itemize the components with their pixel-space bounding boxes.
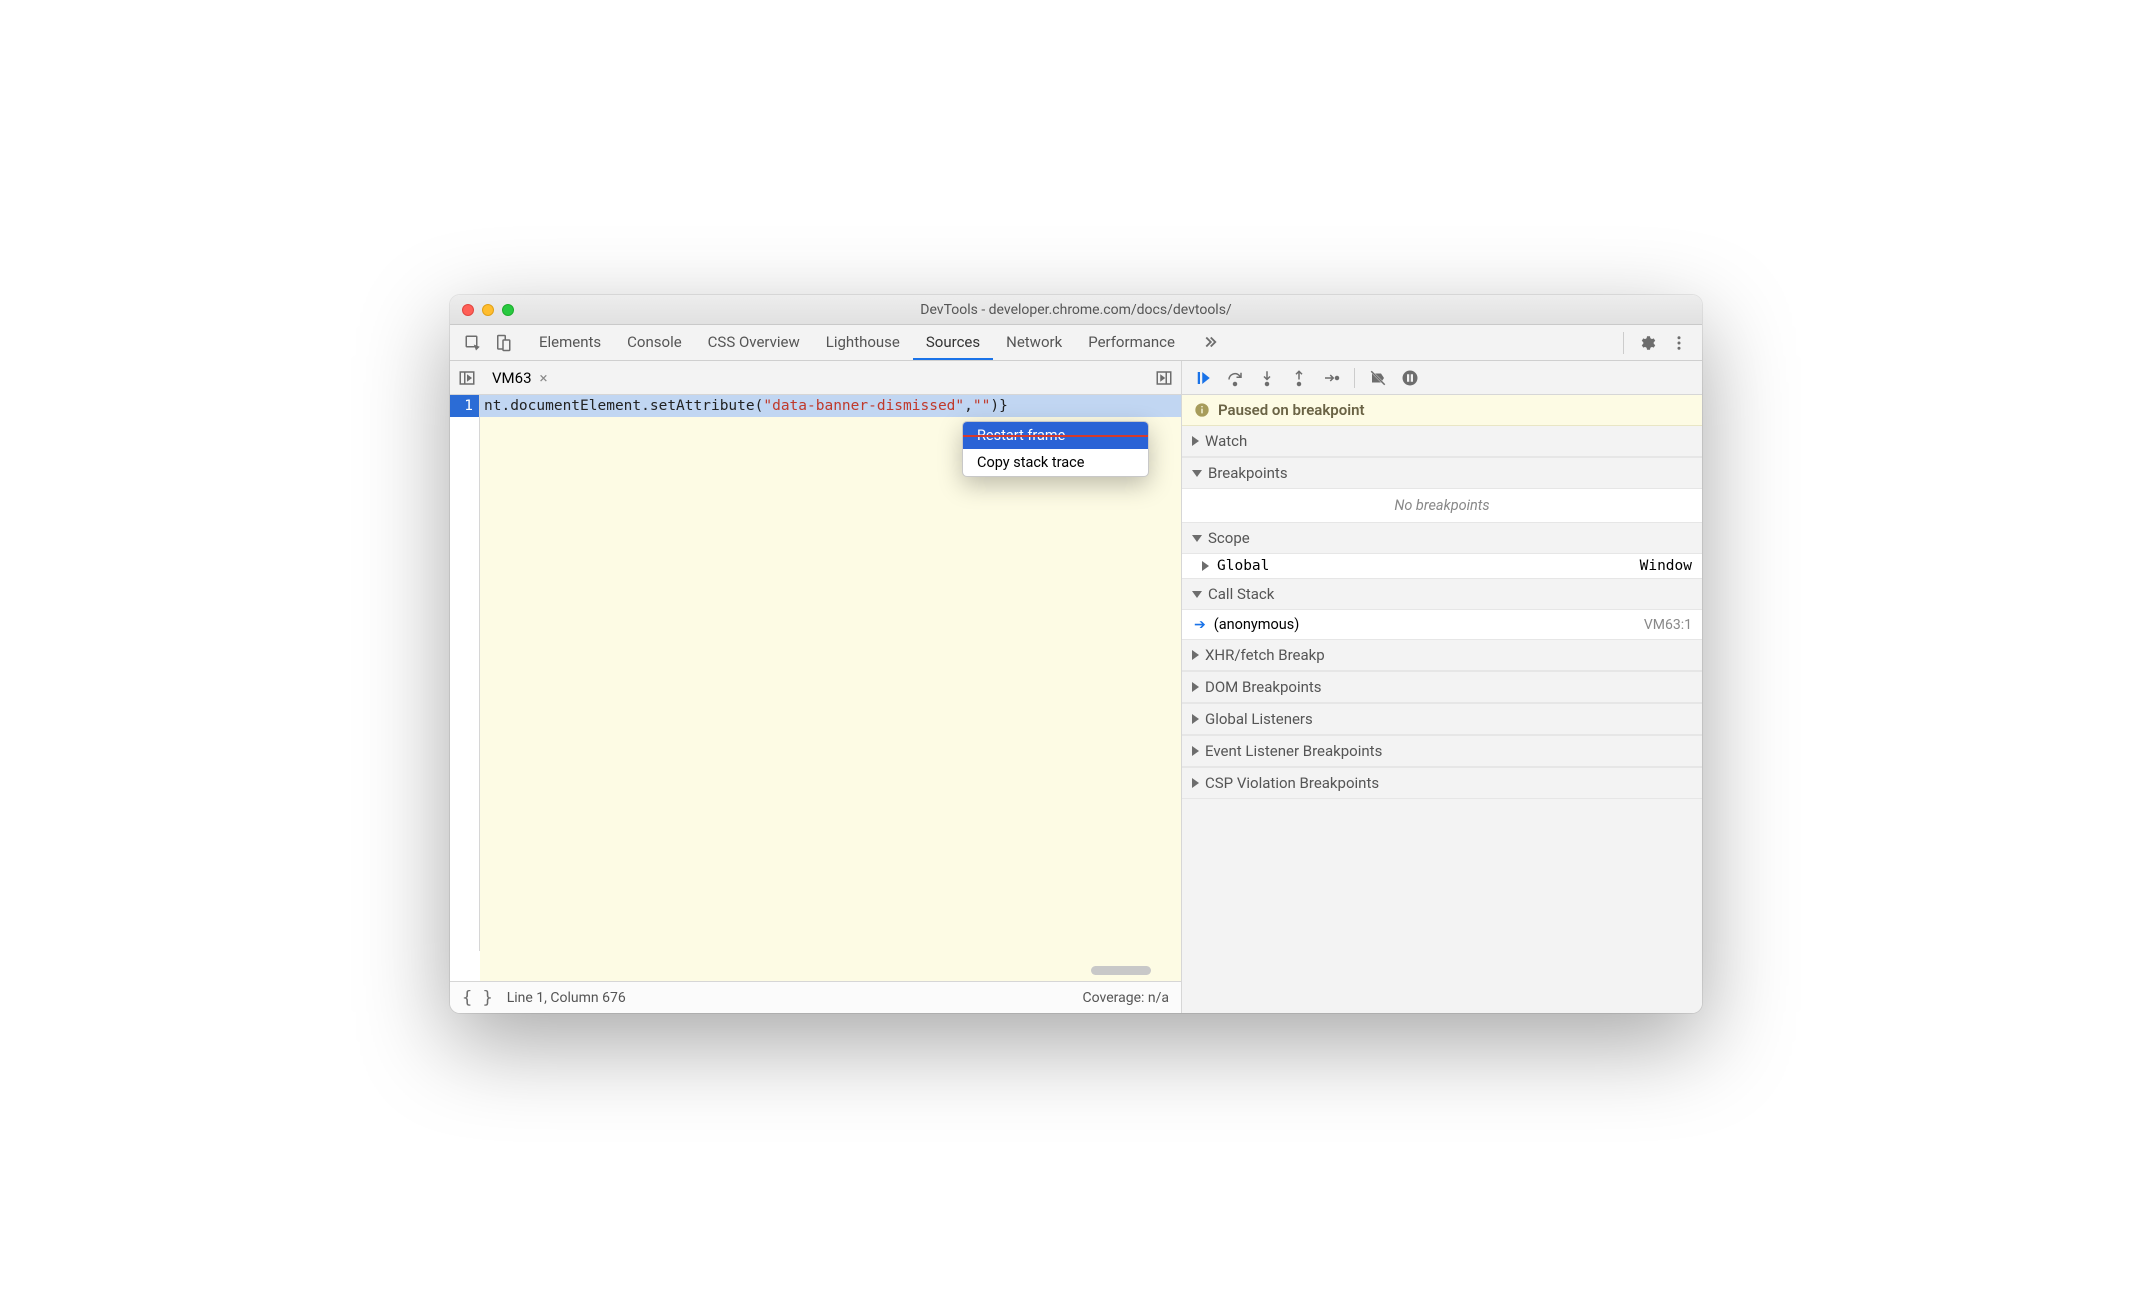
- section-global-listeners[interactable]: Global Listeners: [1182, 703, 1702, 735]
- window-controls: [450, 304, 514, 316]
- show-debugger-icon[interactable]: [1155, 369, 1173, 387]
- triangle-right-icon: [1192, 746, 1199, 756]
- section-scope[interactable]: Scope: [1182, 522, 1702, 554]
- close-tab-icon[interactable]: ×: [540, 369, 548, 387]
- resume-icon[interactable]: [1194, 369, 1212, 387]
- pretty-print-icon[interactable]: { }: [462, 988, 493, 1008]
- strikethrough-annotation: [962, 435, 1149, 437]
- cursor-position: Line 1, Column 676: [507, 990, 626, 1006]
- tab-console[interactable]: Console: [614, 325, 695, 360]
- section-event-listener-breakpoints[interactable]: Event Listener Breakpoints: [1182, 735, 1702, 767]
- info-icon: [1194, 402, 1210, 418]
- section-dom-breakpoints[interactable]: DOM Breakpoints: [1182, 671, 1702, 703]
- section-call-stack[interactable]: Call Stack: [1182, 578, 1702, 610]
- debugger-toolbar: [1182, 361, 1702, 395]
- pause-on-exceptions-icon[interactable]: [1401, 369, 1419, 387]
- tab-elements[interactable]: Elements: [526, 325, 614, 360]
- tabs-overflow-button[interactable]: [1188, 325, 1232, 360]
- chevrons-right-icon: [1201, 333, 1219, 351]
- section-breakpoints[interactable]: Breakpoints: [1182, 457, 1702, 489]
- step-into-icon[interactable]: [1258, 369, 1276, 387]
- zoom-window-button[interactable]: [502, 304, 514, 316]
- step-over-icon[interactable]: [1226, 369, 1244, 387]
- main-tab-bar: Elements Console CSS Overview Lighthouse…: [450, 325, 1702, 361]
- triangle-right-icon: [1192, 650, 1199, 660]
- minimize-window-button[interactable]: [482, 304, 494, 316]
- tab-sources[interactable]: Sources: [913, 325, 993, 360]
- scope-global-row[interactable]: Global Window: [1182, 554, 1702, 578]
- triangle-right-icon: [1192, 778, 1199, 788]
- section-watch[interactable]: Watch: [1182, 426, 1702, 457]
- paused-banner: Paused on breakpoint: [1182, 395, 1702, 426]
- deactivate-breakpoints-icon[interactable]: [1369, 369, 1387, 387]
- line-number[interactable]: 1: [450, 395, 480, 417]
- stack-frame-location: VM63:1: [1644, 617, 1692, 633]
- window-titlebar: DevTools - developer.chrome.com/docs/dev…: [450, 295, 1702, 325]
- kebab-menu-icon[interactable]: [1670, 334, 1688, 352]
- debugger-pane: Paused on breakpoint Watch Breakpoints N…: [1182, 361, 1702, 1013]
- code-editor[interactable]: 1 nt.documentElement.setAttribute("data-…: [450, 395, 1181, 981]
- coverage-status: Coverage: n/a: [1083, 990, 1169, 1006]
- device-toolbar-icon[interactable]: [494, 334, 512, 352]
- triangle-down-icon: [1192, 470, 1202, 477]
- show-navigator-icon[interactable]: [458, 369, 476, 387]
- no-breakpoints-message: No breakpoints: [1182, 489, 1702, 522]
- triangle-right-icon: [1192, 436, 1199, 446]
- triangle-down-icon: [1192, 591, 1202, 598]
- source-tab-bar: VM63 ×: [450, 361, 1181, 395]
- close-window-button[interactable]: [462, 304, 474, 316]
- window-title: DevTools - developer.chrome.com/docs/dev…: [450, 302, 1702, 318]
- triangle-right-icon: [1192, 714, 1199, 724]
- horizontal-scrollbar[interactable]: [1091, 966, 1151, 975]
- tab-network[interactable]: Network: [993, 325, 1075, 360]
- tab-css-overview[interactable]: CSS Overview: [695, 325, 813, 360]
- step-out-icon[interactable]: [1290, 369, 1308, 387]
- triangle-right-icon: [1192, 682, 1199, 692]
- section-xhr-breakpoints[interactable]: XHR/fetch Breakp: [1182, 639, 1702, 671]
- settings-gear-icon[interactable]: [1638, 334, 1656, 352]
- code-line[interactable]: nt.documentElement.setAttribute("data-ba…: [480, 395, 1181, 417]
- source-file-tab[interactable]: VM63 ×: [486, 361, 554, 394]
- inspect-element-icon[interactable]: [464, 334, 482, 352]
- call-stack-frame[interactable]: ➔ (anonymous) VM63:1: [1182, 610, 1702, 639]
- section-csp-breakpoints[interactable]: CSP Violation Breakpoints: [1182, 767, 1702, 799]
- source-file-name: VM63: [492, 369, 532, 387]
- context-menu-copy-stack-trace[interactable]: Copy stack trace: [963, 449, 1148, 476]
- current-frame-arrow-icon: ➔: [1194, 617, 1206, 633]
- paused-message: Paused on breakpoint: [1218, 401, 1365, 419]
- context-menu-restart-frame[interactable]: Restart frame: [963, 422, 1148, 449]
- devtools-window: DevTools - developer.chrome.com/docs/dev…: [450, 295, 1702, 1013]
- triangle-down-icon: [1192, 535, 1202, 542]
- editor-status-bar: { } Line 1, Column 676 Coverage: n/a: [450, 981, 1181, 1013]
- context-menu: Restart frame Copy stack trace: [962, 421, 1149, 477]
- triangle-right-icon: [1202, 561, 1209, 571]
- tab-lighthouse[interactable]: Lighthouse: [813, 325, 913, 360]
- step-icon[interactable]: [1322, 369, 1340, 387]
- tab-performance[interactable]: Performance: [1075, 325, 1188, 360]
